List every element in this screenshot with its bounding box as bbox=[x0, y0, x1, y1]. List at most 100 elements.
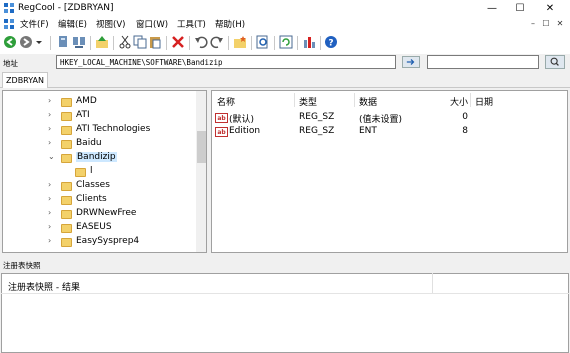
tab-zdbryan[interactable]: ZDBRYAN bbox=[2, 72, 48, 88]
registry-tree: › AMD › ATI › ATI Technologies › Baidu ⌄ Bandizip… bbox=[2, 90, 207, 253]
menu-file[interactable]: 文件(F) bbox=[20, 18, 49, 30]
tree-item[interactable]: › EasySysprep4 bbox=[3, 235, 196, 249]
expand-chevron-icon[interactable]: › bbox=[48, 208, 51, 217]
column-separator[interactable] bbox=[354, 93, 355, 107]
toolbar-separator bbox=[274, 36, 275, 50]
minimize-button[interactable]: — bbox=[478, 0, 506, 17]
tree-item-label: EasySysprep4 bbox=[76, 236, 140, 246]
back-icon[interactable] bbox=[3, 35, 17, 49]
tab-strip bbox=[0, 72, 570, 88]
expand-chevron-icon[interactable]: › bbox=[48, 110, 51, 119]
toolbar-separator bbox=[113, 36, 114, 50]
mdi-doc-icon[interactable] bbox=[4, 19, 14, 29]
tree-item-label: ATI Technologies bbox=[76, 124, 151, 134]
value-size: 0 bbox=[462, 112, 468, 122]
collapse-chevron-icon[interactable]: ⌄ bbox=[48, 152, 55, 161]
column-header-date[interactable]: 日期 bbox=[475, 95, 493, 108]
mdi-restore-button[interactable]: ☐ bbox=[540, 18, 552, 30]
tree-item-label: Clients bbox=[76, 194, 107, 204]
paste-icon[interactable] bbox=[148, 35, 162, 49]
tree-item[interactable]: › Baidu bbox=[3, 137, 196, 151]
folder-icon bbox=[61, 126, 72, 135]
delete-icon[interactable] bbox=[171, 35, 185, 49]
expand-chevron-icon[interactable]: › bbox=[48, 96, 51, 105]
undo-icon[interactable] bbox=[194, 35, 208, 49]
snapshot-divider bbox=[1, 293, 569, 294]
mdi-close-button[interactable]: ✕ bbox=[554, 18, 566, 30]
tree-item-label: EASEUS bbox=[76, 222, 112, 232]
column-separator[interactable] bbox=[432, 273, 433, 293]
value-size: 8 bbox=[462, 126, 468, 136]
toolbar-separator bbox=[90, 36, 91, 50]
expand-chevron-icon[interactable]: › bbox=[48, 236, 51, 245]
menu-edit[interactable]: 编辑(E) bbox=[58, 18, 87, 30]
tree-item[interactable]: › Classes bbox=[3, 179, 196, 193]
menu-view[interactable]: 视图(V) bbox=[96, 18, 125, 30]
folder-icon bbox=[61, 112, 72, 121]
mdi-minimize-button[interactable]: – bbox=[527, 18, 539, 30]
expand-chevron-icon[interactable]: › bbox=[48, 194, 51, 203]
expand-chevron-icon[interactable]: › bbox=[48, 138, 51, 147]
forward-icon[interactable] bbox=[19, 35, 33, 49]
snapshot-panel: 注册表快照 - 结果 bbox=[1, 273, 569, 353]
column-header-type[interactable]: 类型 bbox=[299, 95, 317, 108]
favorites-icon[interactable] bbox=[233, 35, 247, 49]
tree-scrollbar[interactable] bbox=[196, 91, 206, 252]
up-icon[interactable] bbox=[95, 35, 109, 49]
refresh-icon[interactable] bbox=[279, 35, 293, 49]
column-separator[interactable] bbox=[294, 93, 295, 107]
folder-icon bbox=[61, 210, 72, 219]
menu-help[interactable]: 帮助(H) bbox=[215, 18, 245, 30]
toolbar-separator bbox=[297, 36, 298, 50]
toolbar-separator bbox=[251, 36, 252, 50]
regcool-app-icon bbox=[4, 3, 14, 13]
folder-icon bbox=[61, 224, 72, 233]
title-bar: RegCool - [ZDBRYAN] — ☐ ✕ bbox=[0, 0, 570, 17]
go-button[interactable] bbox=[402, 56, 420, 68]
expand-chevron-icon[interactable]: › bbox=[48, 124, 51, 133]
tree-item[interactable]: › DRWNewFree bbox=[3, 207, 196, 221]
options-icon[interactable] bbox=[302, 35, 316, 49]
column-header-name[interactable]: 名称 bbox=[217, 95, 235, 108]
column-header-size[interactable]: 大小 bbox=[423, 95, 468, 108]
tree-item[interactable]: › ATI bbox=[3, 109, 196, 123]
tree-item-label: l bbox=[90, 166, 93, 176]
computer-icon[interactable] bbox=[56, 35, 70, 49]
value-name: (默认) bbox=[229, 115, 255, 125]
tree-item[interactable]: › EASEUS bbox=[3, 221, 196, 235]
network-icon[interactable] bbox=[72, 35, 86, 49]
search-input[interactable] bbox=[427, 55, 539, 69]
search-icon[interactable] bbox=[545, 55, 565, 69]
tree-scroll-thumb[interactable] bbox=[197, 131, 206, 163]
folder-icon bbox=[61, 140, 72, 149]
find-icon[interactable] bbox=[256, 35, 270, 49]
close-button[interactable]: ✕ bbox=[536, 0, 564, 17]
menu-tools[interactable]: 工具(T) bbox=[177, 18, 206, 30]
tree-item[interactable]: › Clients bbox=[3, 193, 196, 207]
cut-icon[interactable] bbox=[118, 35, 132, 49]
tree-item-label: Baidu bbox=[76, 138, 102, 148]
expand-chevron-icon[interactable]: › bbox=[48, 222, 51, 231]
menu-window[interactable]: 窗口(W) bbox=[136, 18, 168, 30]
tree-item[interactable]: l bbox=[3, 165, 196, 179]
value-data: (值未设置) bbox=[359, 115, 403, 125]
folder-icon bbox=[75, 168, 86, 177]
column-separator[interactable] bbox=[470, 93, 471, 107]
list-row[interactable]: ab (默认) REG_SZ (值未设置) 0 bbox=[212, 111, 567, 125]
maximize-button[interactable]: ☐ bbox=[506, 0, 534, 17]
value-name: Edition bbox=[229, 126, 261, 136]
address-input[interactable]: HKEY_LOCAL_MACHINE\SOFTWARE\Bandizip bbox=[56, 55, 396, 69]
list-row[interactable]: ab Edition REG_SZ ENT 8 bbox=[212, 125, 567, 139]
tree-item[interactable]: › AMD bbox=[3, 95, 196, 109]
tree-item[interactable]: ⌄ Bandizip bbox=[3, 151, 196, 165]
toolbar-separator bbox=[50, 36, 51, 50]
redo-icon[interactable] bbox=[210, 35, 224, 49]
dropdown-icon[interactable] bbox=[34, 35, 44, 49]
expand-chevron-icon[interactable]: › bbox=[48, 180, 51, 189]
copy-icon[interactable] bbox=[133, 35, 147, 49]
help-icon[interactable]: ? bbox=[324, 35, 338, 49]
tree-item-label: ATI bbox=[76, 110, 90, 120]
folder-icon bbox=[61, 182, 72, 191]
column-header-data[interactable]: 数据 bbox=[359, 95, 377, 108]
tree-item[interactable]: › ATI Technologies bbox=[3, 123, 196, 137]
